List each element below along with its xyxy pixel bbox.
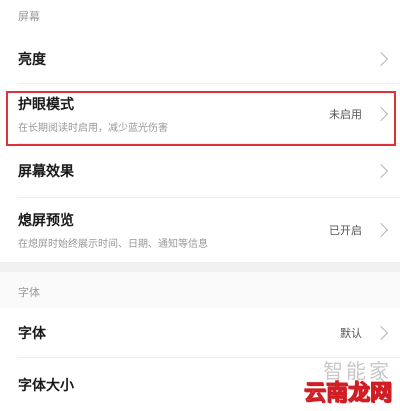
row-screen-effect-title: 屏幕效果 (18, 164, 74, 180)
row-eye-care-subtitle: 在长期阅读时启用，减少蓝光伤害 (18, 123, 168, 134)
row-brightness-title: 亮度 (18, 52, 46, 68)
row-lock-preview-title: 熄屏预览 (18, 213, 74, 229)
row-font-value: 默认 (340, 327, 362, 340)
section-header-font: 字体 (0, 272, 400, 308)
chevron-right-icon (373, 163, 389, 179)
chevron-right-icon (373, 325, 389, 341)
row-eye-care-title: 护眼模式 (18, 97, 74, 113)
section-header-screen-label: 屏幕 (18, 10, 40, 23)
section-header-font-label: 字体 (18, 286, 40, 299)
watermark-top-text: 智能家 (323, 359, 392, 383)
row-font[interactable]: 字体 默认 (0, 308, 400, 358)
watermark: 智能家 云南龙网 (303, 359, 392, 406)
chevron-right-icon (373, 106, 389, 122)
chevron-right-icon (373, 51, 389, 67)
section-header-screen: 屏幕 (0, 0, 400, 34)
chevron-right-icon (373, 222, 389, 238)
row-font-title: 字体 (18, 326, 46, 342)
row-lock-preview[interactable]: 熄屏预览 在熄屏时始终展示时间、日期、通知等信息 已开启 (0, 198, 400, 262)
row-eye-care-status: 未启用 (329, 108, 362, 121)
row-eye-care[interactable]: 护眼模式 在长期阅读时启用，减少蓝光伤害 未启用 (0, 84, 400, 144)
section-divider (0, 262, 400, 272)
row-lock-preview-status: 已开启 (329, 224, 362, 237)
row-brightness[interactable]: 亮度 (0, 34, 400, 84)
watermark-main-text: 云南龙网 (303, 381, 392, 406)
row-screen-effect[interactable]: 屏幕效果 (0, 144, 400, 198)
row-lock-preview-subtitle: 在熄屏时始终展示时间、日期、通知等信息 (18, 239, 208, 250)
